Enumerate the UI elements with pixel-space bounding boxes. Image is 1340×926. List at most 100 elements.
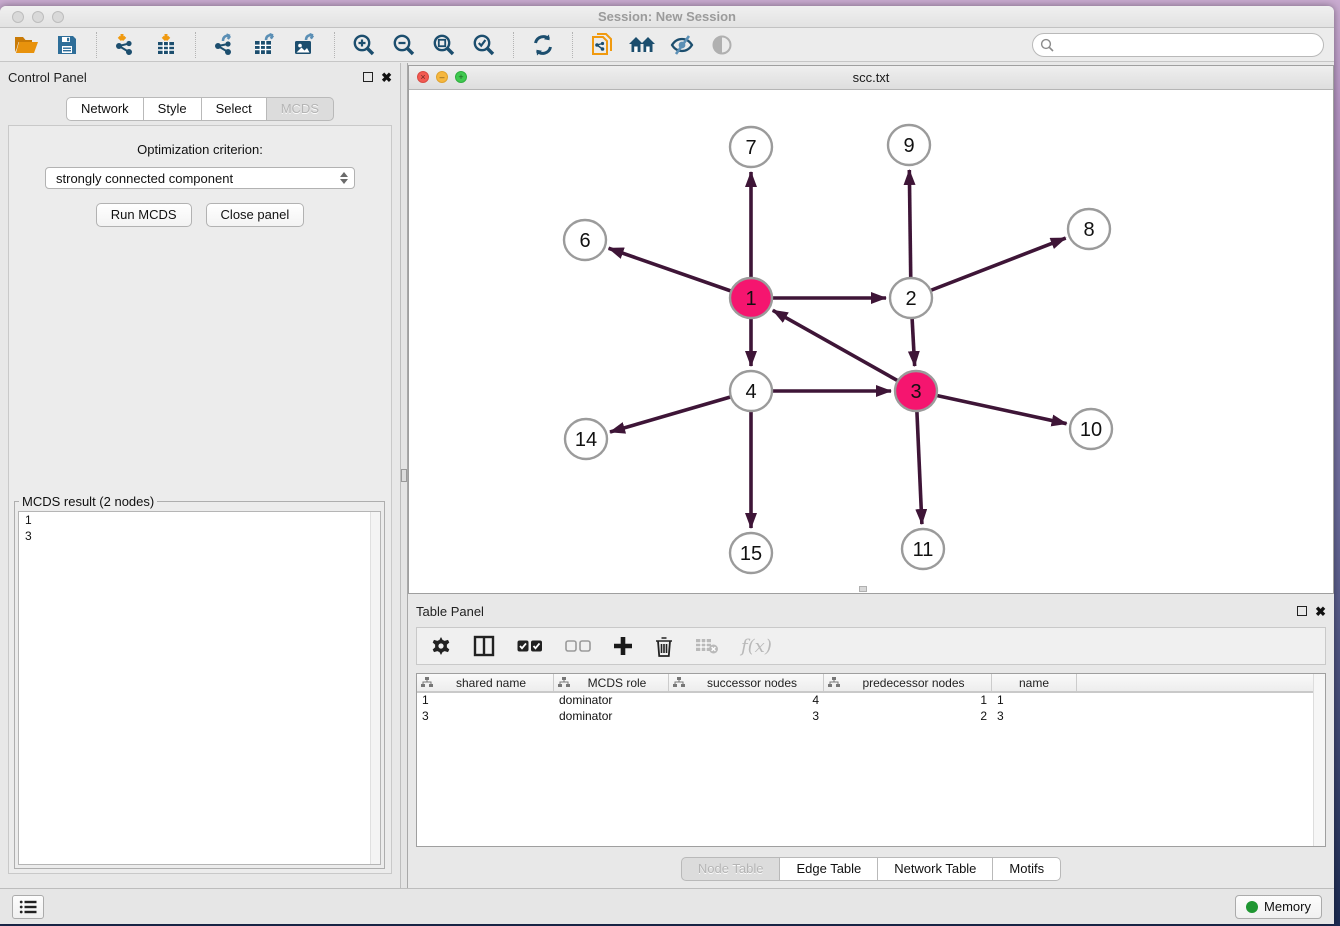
node-4[interactable]: 4 [730,371,772,411]
deselect-all-icon[interactable] [565,631,591,661]
float-panel-icon[interactable] [363,72,373,82]
result-scrollbar[interactable] [370,512,380,864]
node-15[interactable]: 15 [730,533,772,573]
table-row[interactable]: 1dominator411 [417,693,1325,709]
node-label: 14 [575,429,597,451]
export-image-icon[interactable] [288,30,322,60]
node-8[interactable]: 8 [1068,209,1110,249]
import-table-icon[interactable] [149,30,183,60]
cell-successor-nodes[interactable]: 4 [669,693,824,709]
delete-column-icon[interactable] [655,631,673,661]
cell-MCDS-role[interactable]: dominator [554,709,669,725]
float-table-panel-icon[interactable] [1297,606,1307,616]
function-builder-icon[interactable]: f(x) [741,631,772,661]
show-column-panel-icon[interactable] [473,631,495,661]
node-10[interactable]: 10 [1070,409,1112,449]
table-row[interactable]: 3dominator323 [417,709,1325,725]
right-area: × – + scc.txt 7968124314101511 Table Pan… [408,63,1334,888]
canvas-resize-handle-icon[interactable] [859,586,867,592]
column-type-icon [828,677,840,688]
memory-button[interactable]: Memory [1235,895,1322,919]
node-6[interactable]: 6 [564,220,606,260]
select-all-icon[interactable] [517,631,543,661]
export-network-icon[interactable] [208,30,242,60]
panel-splitter[interactable] [400,63,408,888]
edge-1-6[interactable] [609,248,751,298]
network-window-title: scc.txt [853,70,890,85]
main-toolbar [0,28,1334,62]
tab-edge-table[interactable]: Edge Table [780,857,878,881]
node-label: 8 [1083,219,1094,241]
mcds-result-title: MCDS result (2 nodes) [19,494,157,509]
task-history-button[interactable] [12,895,44,919]
table-scrollbar[interactable] [1313,674,1325,846]
export-table-icon[interactable] [248,30,282,60]
network-overview-icon[interactable] [625,30,659,60]
show-hidden-icon[interactable] [705,30,739,60]
tab-style[interactable]: Style [144,97,202,121]
refresh-icon[interactable] [526,30,560,60]
zoom-out-icon[interactable] [387,30,421,60]
node-1[interactable]: 1 [730,278,772,318]
edge-3-10[interactable] [916,391,1067,424]
node-2[interactable]: 2 [890,278,932,318]
tab-network-table[interactable]: Network Table [878,857,993,881]
run-mcds-button[interactable]: Run MCDS [96,203,192,227]
add-column-icon[interactable] [613,631,633,661]
network-canvas[interactable]: 7 9 6 8 1 2 4 3 14 10 15 11 [409,90,1333,593]
cell-predecessor-nodes[interactable]: 2 [824,709,992,725]
column-label: shared name [433,676,549,690]
new-network-from-selection-icon[interactable] [585,30,619,60]
import-network-icon[interactable] [109,30,143,60]
tab-select[interactable]: Select [202,97,267,121]
zoom-in-icon[interactable] [347,30,381,60]
column-header-name[interactable]: name [992,674,1077,691]
table-settings-icon[interactable] [431,631,451,661]
tab-mcds[interactable]: MCDS [267,97,334,121]
close-panel-icon[interactable]: ✖ [381,71,392,84]
edge-3-1[interactable] [773,310,916,391]
minimize-window-icon[interactable] [32,11,44,23]
cell-name[interactable]: 3 [992,709,1077,725]
cell-shared-name[interactable]: 1 [417,693,554,709]
close-table-panel-icon[interactable]: ✖ [1315,605,1326,618]
memory-label: Memory [1264,899,1311,914]
edge-2-8[interactable] [911,238,1066,298]
column-header-shared-name[interactable]: shared name [417,674,554,691]
network-minimize-icon[interactable]: – [436,71,448,83]
node-7[interactable]: 7 [730,127,772,167]
node-3[interactable]: 3 [895,371,937,411]
node-14[interactable]: 14 [565,419,607,459]
cell-shared-name[interactable]: 3 [417,709,554,725]
criterion-dropdown[interactable]: strongly connected component [45,167,355,189]
delete-table-icon[interactable] [695,631,719,661]
cell-successor-nodes[interactable]: 3 [669,709,824,725]
tab-motifs[interactable]: Motifs [993,857,1061,881]
node-label: 9 [903,135,914,157]
mcds-result-list[interactable]: 13 [18,511,381,865]
app-window: Session: New Session [0,6,1334,924]
save-session-icon[interactable] [50,30,84,60]
node-9[interactable]: 9 [888,125,930,165]
splitter-handle-icon[interactable] [401,469,407,482]
open-session-icon[interactable] [10,30,44,60]
maximize-window-icon[interactable] [52,11,64,23]
close-window-icon[interactable] [12,11,24,23]
network-graph[interactable]: 7 9 6 8 1 2 4 3 14 10 15 11 [409,90,1333,593]
node-11[interactable]: 11 [902,529,944,569]
column-header-successor-nodes[interactable]: successor nodes [669,674,824,691]
network-close-icon[interactable]: × [417,71,429,83]
search-input[interactable] [1032,33,1324,57]
cell-name[interactable]: 1 [992,693,1077,709]
hide-selected-icon[interactable] [665,30,699,60]
column-header-MCDS-role[interactable]: MCDS role [554,674,669,691]
column-header-predecessor-nodes[interactable]: predecessor nodes [824,674,992,691]
zoom-fit-icon[interactable] [427,30,461,60]
cell-MCDS-role[interactable]: dominator [554,693,669,709]
network-zoom-icon[interactable]: + [455,71,467,83]
zoom-selected-icon[interactable] [467,30,501,60]
tab-node-table[interactable]: Node Table [681,857,781,881]
close-panel-button[interactable]: Close panel [206,203,305,227]
tab-network[interactable]: Network [66,97,144,121]
cell-predecessor-nodes[interactable]: 1 [824,693,992,709]
